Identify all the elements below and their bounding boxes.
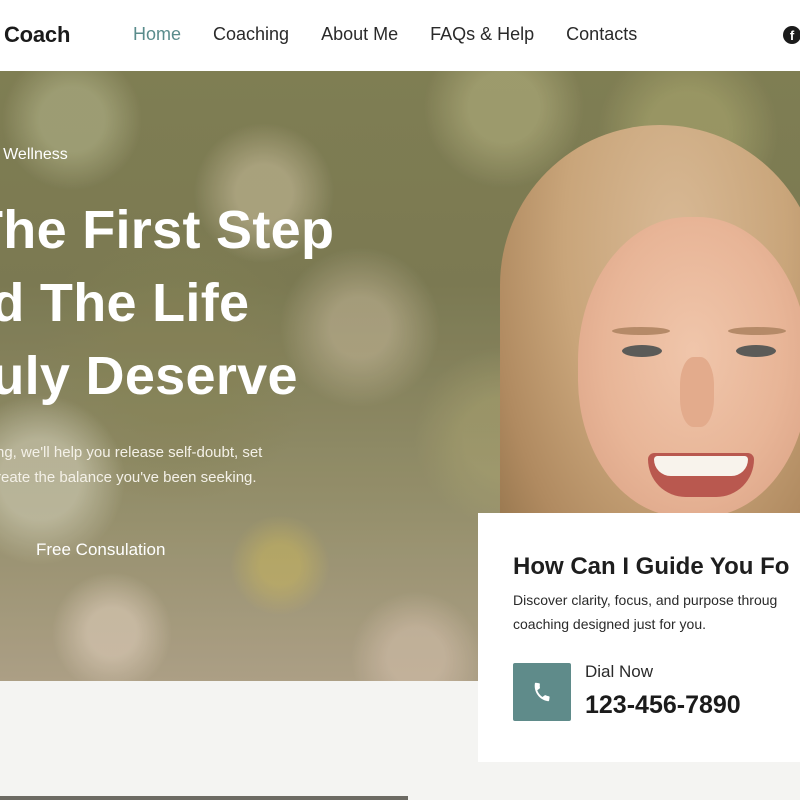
card-description-line-2: coaching designed just for you. (513, 616, 707, 632)
free-consultation-button[interactable]: Free Consulation (36, 540, 165, 560)
phone-number-link[interactable]: 123-456-7890 (585, 691, 741, 720)
hero-subtext-line-1: ng, we'll help you release self-doubt, s… (0, 444, 263, 461)
card-description: Discover clarity, focus, and purpose thr… (513, 588, 777, 636)
phone-icon (534, 682, 550, 702)
hero-headline-line-2: rd The Life (0, 273, 250, 333)
portrait-eye-right (736, 345, 776, 357)
nav-home[interactable]: Home (133, 24, 181, 45)
guidance-card: How Can I Guide You Fo Discover clarity,… (478, 513, 800, 762)
site-header: e Coach Home Coaching About Me FAQs & He… (0, 0, 800, 71)
card-description-line-1: Discover clarity, focus, and purpose thr… (513, 592, 778, 608)
card-title: How Can I Guide You Fo (513, 553, 790, 580)
portrait-brow-right (728, 327, 786, 335)
next-section-image-edge (0, 796, 408, 800)
hero-headline-line-3: ruly Deserve (0, 346, 298, 406)
portrait-teeth (654, 456, 748, 476)
portrait-face (578, 217, 800, 517)
portrait-eye-left (622, 345, 662, 357)
hero-headline: The First Step rd The Life ruly Deserve (0, 194, 400, 413)
portrait-smile (648, 453, 754, 497)
facebook-icon[interactable]: f (783, 26, 800, 44)
nav-contacts[interactable]: Contacts (566, 24, 637, 45)
hero-subtext-line-2: reate the balance you've been seeking. (0, 469, 257, 486)
coach-portrait-image (490, 121, 800, 585)
main-nav: Home Coaching About Me FAQs & Help Conta… (133, 24, 669, 45)
hero-eyebrow: & Wellness (0, 146, 68, 163)
portrait-nose (680, 357, 714, 427)
call-button[interactable] (513, 663, 571, 721)
hero-headline-line-1: The First Step (0, 200, 335, 260)
portrait-brow-left (612, 327, 670, 335)
site-logo[interactable]: e Coach (0, 22, 70, 48)
nav-about-me[interactable]: About Me (321, 24, 398, 45)
nav-faqs-help[interactable]: FAQs & Help (430, 24, 534, 45)
nav-coaching[interactable]: Coaching (213, 24, 289, 45)
dial-now-label: Dial Now (585, 662, 654, 681)
hero-subtext: ng, we'll help you release self-doubt, s… (0, 440, 262, 490)
